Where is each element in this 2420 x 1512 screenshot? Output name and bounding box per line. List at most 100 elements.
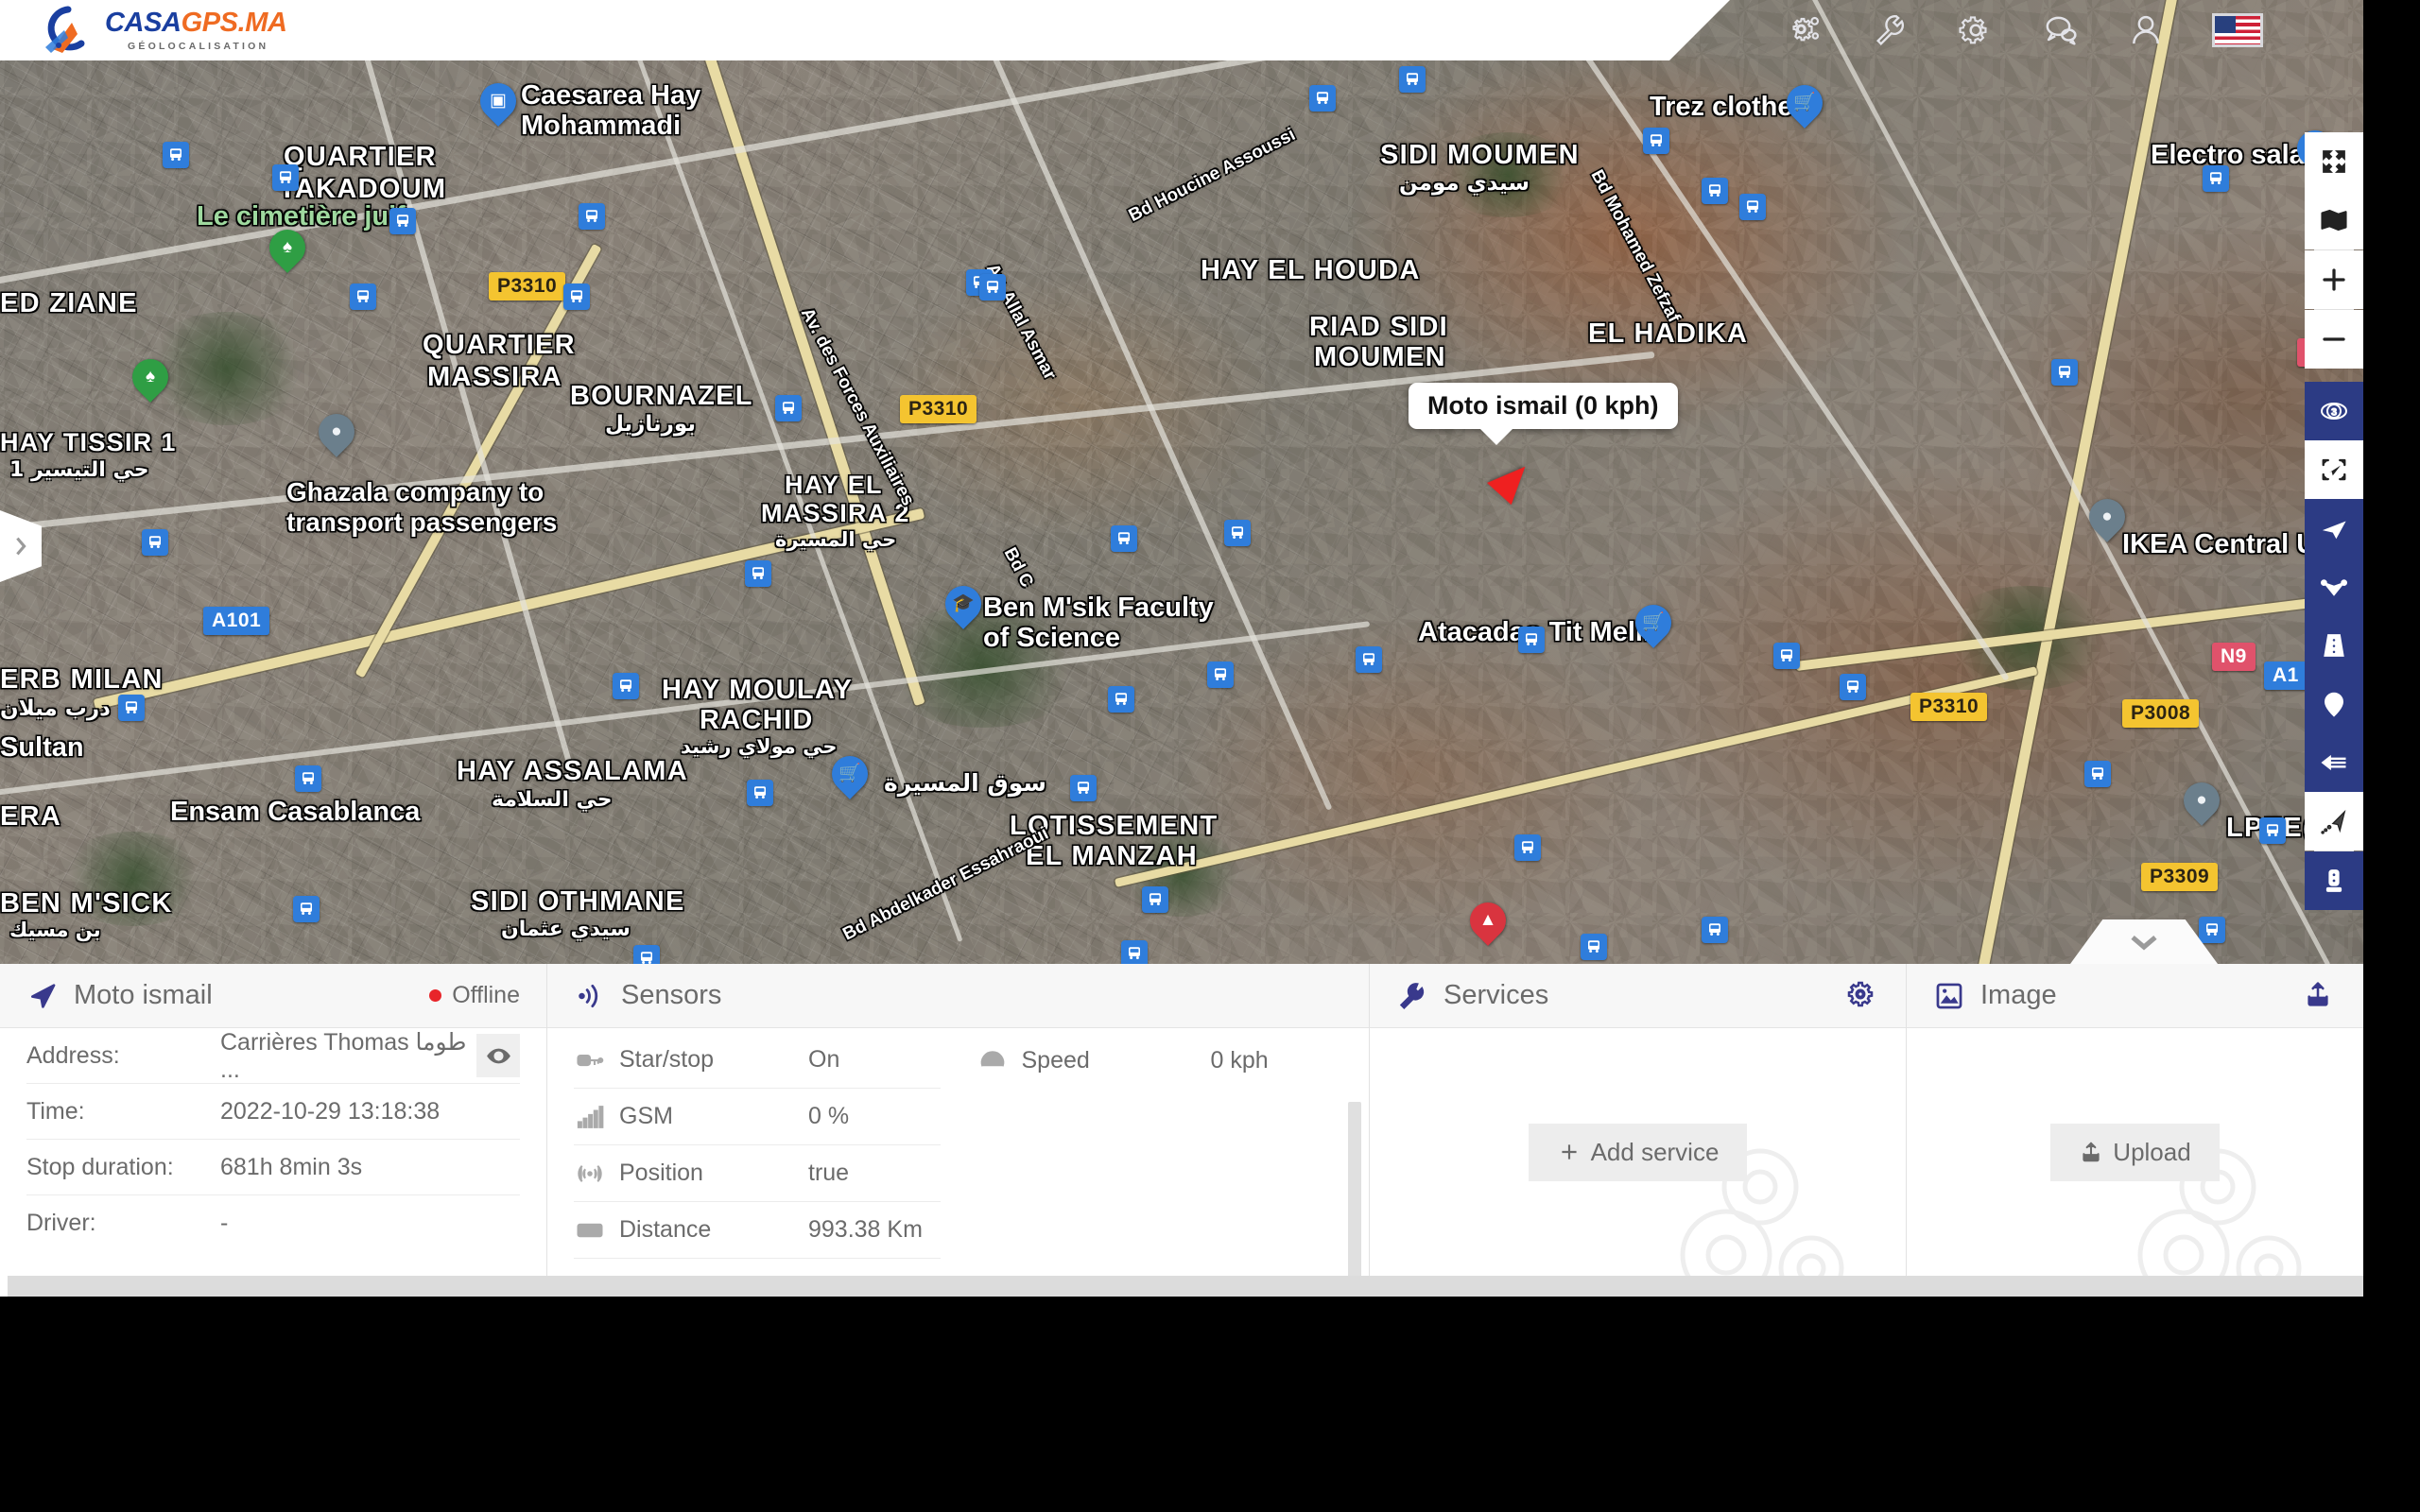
bus-icon [2092, 767, 2103, 780]
bus-stop-marker[interactable] [1773, 643, 1800, 669]
alert-pin[interactable]: ▲ [1462, 895, 1513, 952]
wrench-icon[interactable] [1872, 11, 1910, 49]
user-icon[interactable] [2127, 11, 2165, 49]
bus-stop-marker[interactable] [747, 780, 773, 806]
market-pin[interactable]: 🛒 [1779, 77, 1830, 134]
geofence-icon[interactable] [2305, 558, 2363, 616]
bus-stop-marker[interactable] [1207, 662, 1234, 688]
chat-icon[interactable] [2042, 11, 2080, 49]
bus-stop-marker[interactable] [1514, 834, 1541, 861]
plus-icon [1561, 1144, 1577, 1160]
shop-pin[interactable]: 🎓 [938, 578, 989, 635]
bus-icon [1115, 693, 1127, 705]
cluster-count-icon[interactable]: 3 [2305, 382, 2363, 440]
show-address-button[interactable] [476, 1034, 520, 1077]
gears-icon[interactable] [1787, 11, 1824, 49]
route-back-icon[interactable] [2305, 733, 2363, 792]
location-pin-icon[interactable] [2305, 675, 2363, 733]
language-flag-us[interactable] [2212, 13, 2263, 47]
bus-stop-marker[interactable] [2051, 359, 2078, 386]
bus-stop-marker[interactable] [745, 560, 771, 587]
sensors-panel-header: Sensors [547, 964, 1369, 1028]
gear-icon [1847, 981, 1874, 1006]
bus-stop-marker[interactable] [1356, 646, 1382, 673]
bus-stop-marker[interactable] [1643, 128, 1669, 154]
add-service-button[interactable]: Add service [1528, 1123, 1748, 1181]
bus-stop-marker[interactable] [163, 142, 189, 168]
fit-vehicle-icon[interactable] [2305, 440, 2363, 499]
bus-stop-marker[interactable] [1739, 194, 1766, 220]
info-key: Stop duration: [26, 1153, 174, 1180]
bus-stop-marker[interactable] [1702, 178, 1728, 204]
sensors-scrollbar[interactable] [1348, 1102, 1361, 1297]
map-layers-icon[interactable] [2305, 191, 2363, 249]
bus-stop-marker[interactable] [118, 695, 145, 721]
bus-icon [1588, 940, 1599, 953]
place-pin[interactable]: ● [2176, 775, 2227, 832]
bus-stop-marker[interactable] [1070, 775, 1097, 801]
bus-icon [1317, 92, 1328, 104]
bus-icon [357, 290, 369, 302]
image-share-button[interactable] [2303, 979, 2337, 1013]
park-pin[interactable]: ♠ [262, 222, 313, 279]
vehicle-info-row: Time: 2022-10-29 13:18:38 [26, 1084, 520, 1140]
map-canvas[interactable]: QUARTIER TAKADOUM Caesarea Hay Mohammadi Le … [0, 0, 2363, 964]
market-pin[interactable]: 🛒 [824, 748, 875, 805]
bus-stop-marker[interactable] [1142, 886, 1168, 913]
bus-stop-marker[interactable] [775, 395, 802, 421]
navigation-arrow-icon[interactable] [2305, 499, 2363, 558]
bus-stop-marker[interactable] [563, 284, 590, 310]
zoom-in-icon[interactable] [2305, 250, 2363, 309]
bus-stop-marker[interactable] [633, 945, 660, 964]
casagps-logo-icon [40, 6, 98, 55]
place-pin[interactable]: ● [311, 406, 362, 463]
bus-stop-marker[interactable] [293, 896, 320, 922]
bus-stop-marker[interactable] [1518, 627, 1545, 653]
bus-icon [1407, 73, 1418, 85]
bus-stop-marker[interactable] [579, 203, 605, 230]
bus-stop-marker[interactable] [1309, 85, 1336, 112]
add-service-label: Add service [1590, 1137, 1720, 1166]
bus-stop-marker[interactable] [2084, 761, 2111, 787]
upload-image-button[interactable]: Upload [2050, 1123, 2220, 1181]
trail-icon[interactable] [2305, 792, 2363, 850]
bus-stop-marker[interactable] [1108, 686, 1134, 713]
bus-icon [1709, 923, 1720, 936]
bus-stop-marker[interactable] [2199, 917, 2225, 943]
bus-stop-marker[interactable] [2259, 817, 2286, 844]
bus-stop-marker[interactable] [979, 274, 1006, 301]
bus-stop-marker[interactable] [1224, 520, 1251, 546]
park-pin[interactable]: ♠ [125, 352, 176, 408]
traffic-light-icon[interactable] [2305, 851, 2363, 910]
bus-stop-marker[interactable] [1111, 525, 1137, 552]
bus-stop-marker[interactable] [272, 164, 299, 191]
bus-stop-marker[interactable] [142, 529, 168, 556]
bus-icon [1651, 134, 1662, 146]
shop-pin[interactable]: ▣ [473, 76, 524, 132]
market-pin[interactable]: 🛒 [1628, 597, 1679, 654]
bus-stop-marker[interactable] [1581, 934, 1607, 960]
bus-stop-marker[interactable] [350, 284, 376, 310]
image-empty-state: Upload [1907, 1028, 2363, 1276]
services-settings-button[interactable] [1845, 979, 1879, 1013]
bus-icon [397, 215, 408, 227]
bus-stop-marker[interactable] [2203, 165, 2229, 192]
brand-logo[interactable]: CASAGPS.MA GÉOLOCALISATION [40, 6, 287, 55]
bus-stop-marker[interactable] [1399, 66, 1426, 93]
bus-stop-marker[interactable] [613, 673, 639, 699]
app-header: CASAGPS.MA GÉOLOCALISATION [0, 0, 1730, 60]
bus-stop-marker[interactable] [1702, 917, 1728, 943]
road-icon[interactable] [2305, 616, 2363, 675]
vehicle-tooltip[interactable]: Moto ismail (0 kph) [1409, 383, 1678, 445]
bus-icon [149, 536, 161, 548]
bus-icon [1232, 526, 1243, 539]
bus-stop-marker[interactable] [1121, 940, 1148, 964]
zoom-out-icon[interactable] [2305, 310, 2363, 369]
fullscreen-icon[interactable] [2305, 132, 2363, 191]
bus-icon [126, 701, 137, 713]
gear-icon[interactable] [1957, 11, 1995, 49]
bus-stop-marker[interactable] [295, 765, 321, 792]
place-pin[interactable]: ● [2082, 491, 2133, 548]
bus-stop-marker[interactable] [389, 208, 416, 234]
bus-stop-marker[interactable] [1840, 674, 1866, 700]
